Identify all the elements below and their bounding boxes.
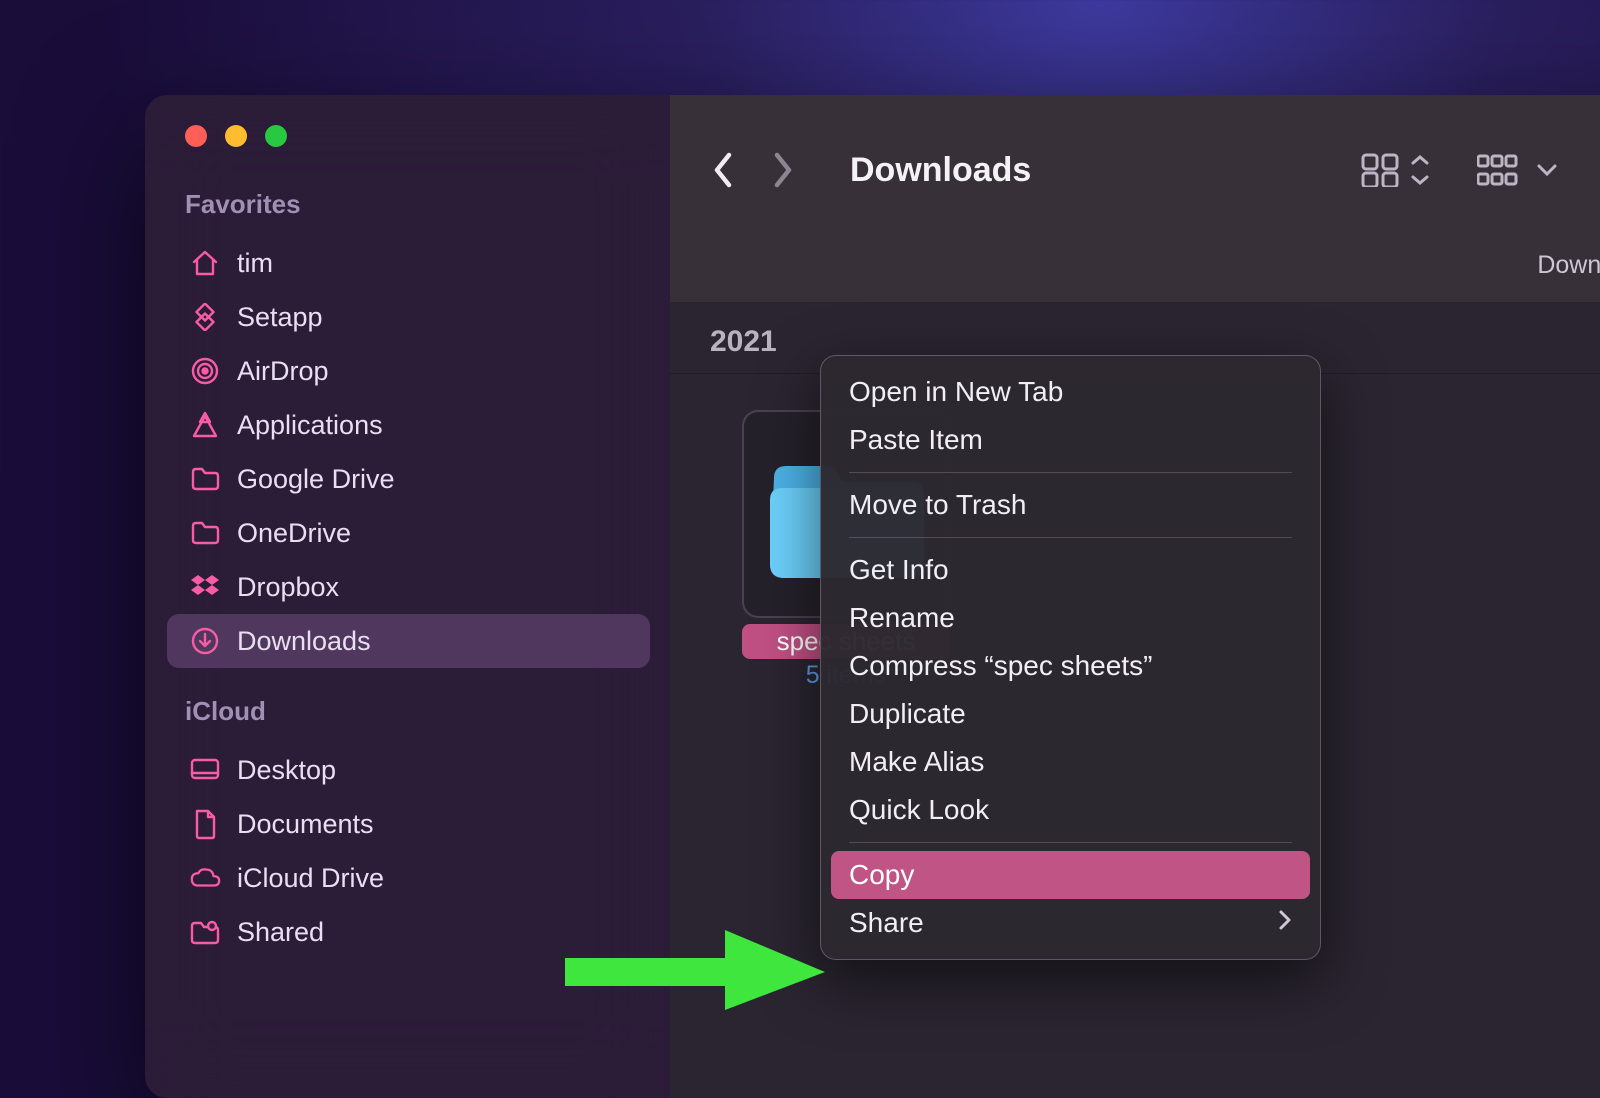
folder-icon bbox=[189, 463, 221, 495]
nav-back-button[interactable] bbox=[710, 150, 734, 190]
sidebar-section-title: Favorites bbox=[167, 189, 650, 220]
menu-item-label: Open in New Tab bbox=[849, 376, 1063, 408]
sidebar-item-label: Google Drive bbox=[237, 464, 395, 495]
sidebar-item-label: iCloud Drive bbox=[237, 863, 384, 894]
close-window-button[interactable] bbox=[185, 125, 207, 147]
view-icons-button[interactable] bbox=[1361, 153, 1433, 187]
sidebar-item-label: Shared bbox=[237, 917, 324, 948]
path-location[interactable]: Downloads bbox=[1537, 251, 1600, 280]
menu-item-quick-look[interactable]: Quick Look bbox=[831, 786, 1310, 834]
menu-item-share[interactable]: Share bbox=[831, 899, 1310, 947]
apps-icon bbox=[189, 409, 221, 441]
sidebar-item-icloud-drive[interactable]: iCloud Drive bbox=[167, 851, 650, 905]
sidebar-section-title: iCloud bbox=[167, 696, 650, 727]
menu-separator bbox=[849, 537, 1292, 538]
menu-item-label: Make Alias bbox=[849, 746, 984, 778]
menu-item-move-to-trash[interactable]: Move to Trash bbox=[831, 481, 1310, 529]
sidebar-item-label: OneDrive bbox=[237, 518, 351, 549]
menu-item-label: Compress “spec sheets” bbox=[849, 650, 1152, 682]
sidebar-item-label: Dropbox bbox=[237, 572, 339, 603]
menu-item-duplicate[interactable]: Duplicate bbox=[831, 690, 1310, 738]
menu-item-get-info[interactable]: Get Info bbox=[831, 546, 1310, 594]
menu-item-label: Quick Look bbox=[849, 794, 989, 826]
sidebar-item-label: Applications bbox=[237, 410, 383, 441]
menu-item-label: Get Info bbox=[849, 554, 949, 586]
menu-item-compress-spec-sheets[interactable]: Compress “spec sheets” bbox=[831, 642, 1310, 690]
menu-item-paste-item[interactable]: Paste Item bbox=[831, 416, 1310, 464]
sidebar: Favorites tim Setapp AirDrop Applications Goo… bbox=[145, 95, 670, 1098]
menu-item-open-in-new-tab[interactable]: Open in New Tab bbox=[831, 368, 1310, 416]
nav-forward-button[interactable] bbox=[772, 150, 796, 190]
window-controls bbox=[167, 125, 650, 147]
menu-item-label: Rename bbox=[849, 602, 955, 634]
airdrop-icon bbox=[189, 355, 221, 387]
nav-buttons bbox=[710, 150, 796, 190]
view-groups-button[interactable] bbox=[1477, 153, 1563, 187]
shared-icon bbox=[189, 916, 221, 948]
context-menu: Open in New Tab Paste Item Move to Trash Ge… bbox=[820, 355, 1321, 960]
sidebar-item-label: Setapp bbox=[237, 302, 323, 333]
menu-separator bbox=[849, 472, 1292, 473]
folder-icon bbox=[189, 517, 221, 549]
menu-item-copy[interactable]: Copy bbox=[831, 851, 1310, 899]
sidebar-item-airdrop[interactable]: AirDrop bbox=[167, 344, 650, 398]
minimize-window-button[interactable] bbox=[225, 125, 247, 147]
menu-item-label: Paste Item bbox=[849, 424, 983, 456]
sidebar-item-applications[interactable]: Applications bbox=[167, 398, 650, 452]
path-bar: Downloads bbox=[670, 245, 1600, 303]
dropbox-icon bbox=[189, 571, 221, 603]
toolbar: Downloads bbox=[670, 95, 1600, 245]
diamond-icon bbox=[189, 301, 221, 333]
sidebar-item-label: Downloads bbox=[237, 626, 371, 657]
sidebar-item-setapp[interactable]: Setapp bbox=[167, 290, 650, 344]
sidebar-item-downloads[interactable]: Downloads bbox=[167, 614, 650, 668]
sidebar-item-shared[interactable]: Shared bbox=[167, 905, 650, 959]
sidebar-item-label: AirDrop bbox=[237, 356, 329, 387]
window-title: Downloads bbox=[850, 151, 1353, 190]
menu-item-rename[interactable]: Rename bbox=[831, 594, 1310, 642]
maximize-window-button[interactable] bbox=[265, 125, 287, 147]
sidebar-item-label: Documents bbox=[237, 809, 374, 840]
desktop-icon bbox=[189, 754, 221, 786]
menu-item-label: Duplicate bbox=[849, 698, 966, 730]
doc-icon bbox=[189, 808, 221, 840]
menu-item-label: Move to Trash bbox=[849, 489, 1026, 521]
sidebar-item-tim[interactable]: tim bbox=[167, 236, 650, 290]
cloud-icon bbox=[189, 862, 221, 894]
download-icon bbox=[189, 625, 221, 657]
sidebar-item-documents[interactable]: Documents bbox=[167, 797, 650, 851]
menu-item-label: Copy bbox=[849, 859, 914, 891]
sidebar-item-desktop[interactable]: Desktop bbox=[167, 743, 650, 797]
sidebar-item-label: tim bbox=[237, 248, 273, 279]
chevron-right-icon bbox=[1278, 909, 1292, 937]
home-icon bbox=[189, 247, 221, 279]
menu-item-make-alias[interactable]: Make Alias bbox=[831, 738, 1310, 786]
menu-separator bbox=[849, 842, 1292, 843]
sidebar-item-dropbox[interactable]: Dropbox bbox=[167, 560, 650, 614]
sidebar-item-google-drive[interactable]: Google Drive bbox=[167, 452, 650, 506]
menu-item-label: Share bbox=[849, 907, 924, 939]
sidebar-item-onedrive[interactable]: OneDrive bbox=[167, 506, 650, 560]
sidebar-item-label: Desktop bbox=[237, 755, 336, 786]
